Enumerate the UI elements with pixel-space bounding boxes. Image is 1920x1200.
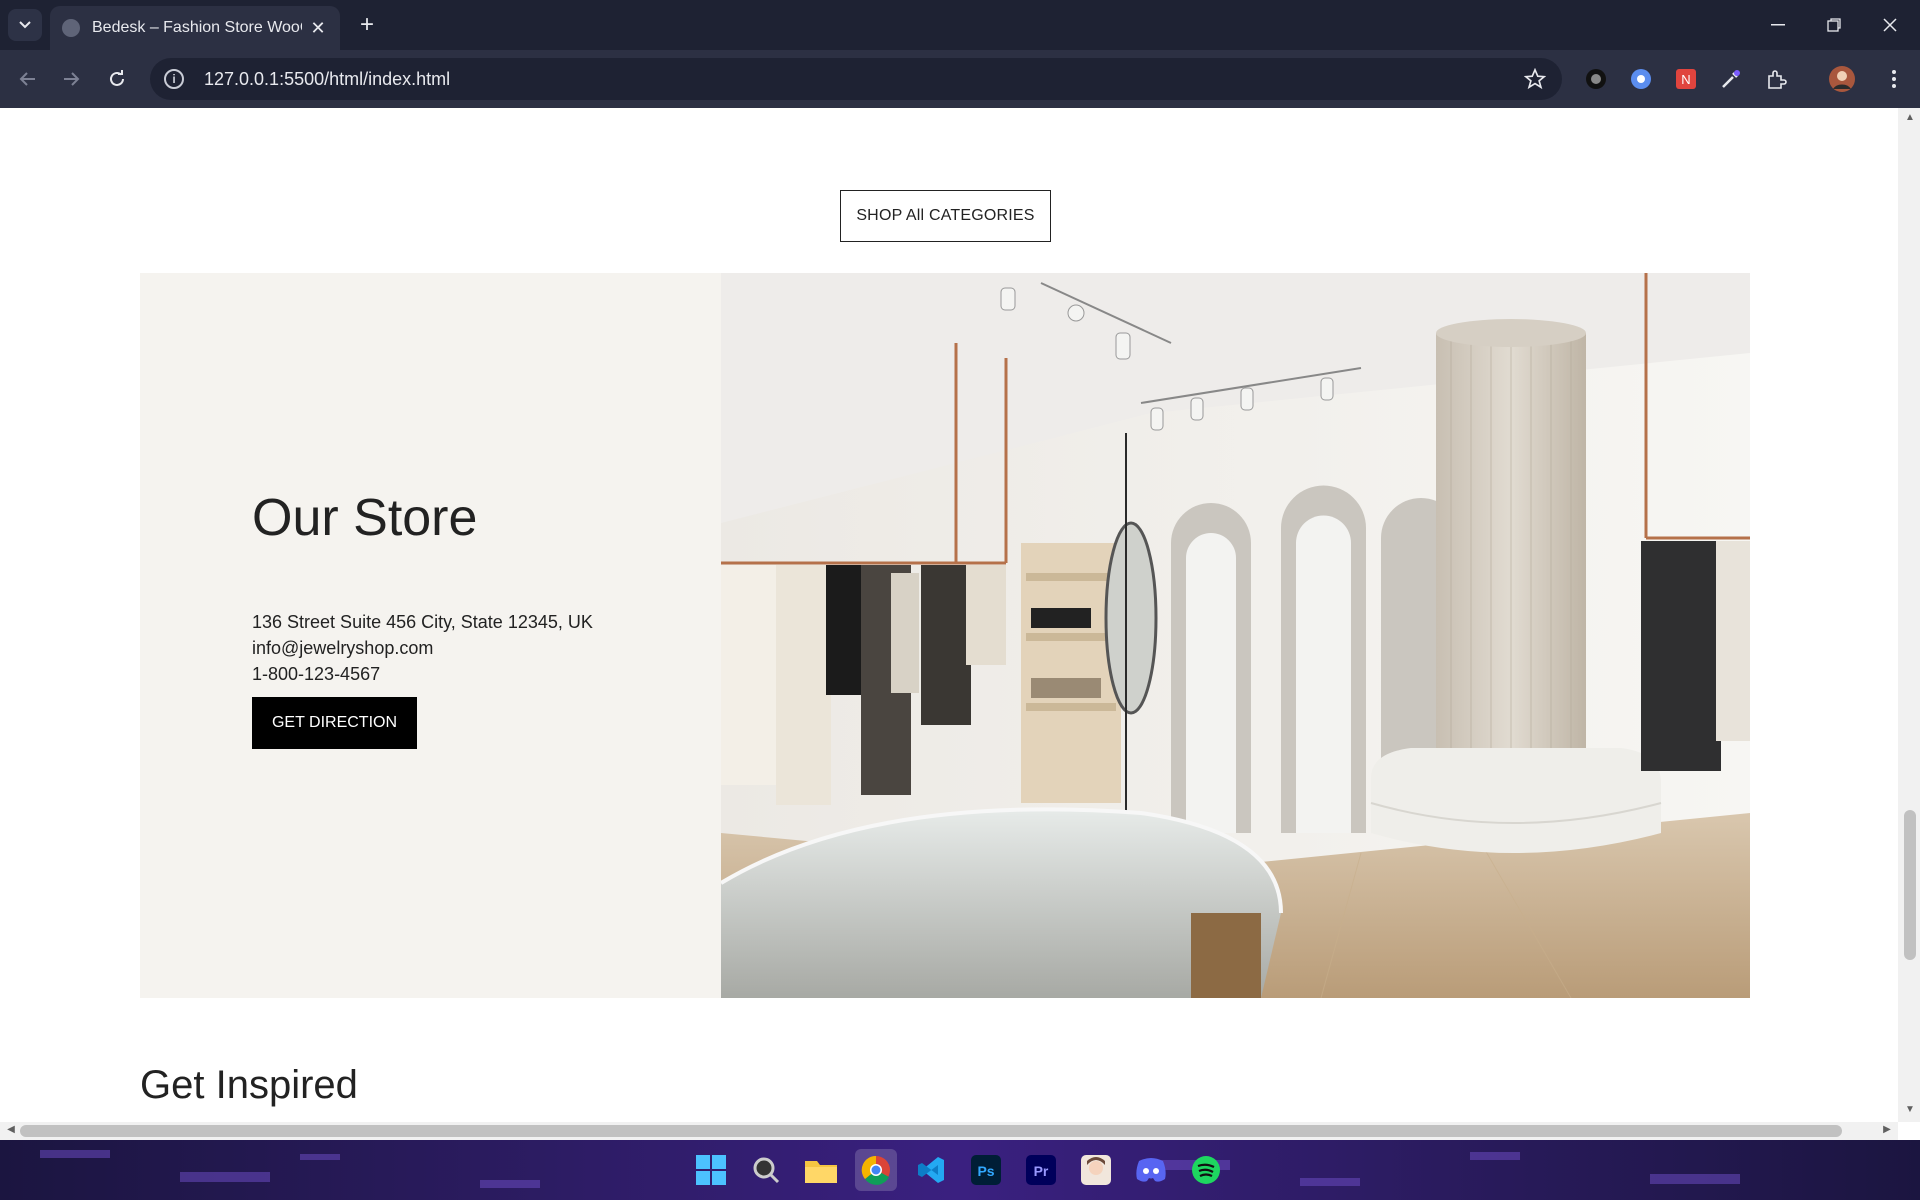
site-info-icon[interactable]: i xyxy=(164,69,184,89)
store-phone: 1-800-123-4567 xyxy=(252,664,381,684)
get-inspired-heading: Get Inspired xyxy=(140,1063,358,1107)
chevron-down-icon xyxy=(19,21,31,29)
url-text: 127.0.0.1:5500/html/index.html xyxy=(204,68,451,89)
shop-all-categories-button[interactable]: SHOP All CATEGORIES xyxy=(840,190,1051,242)
forward-button[interactable] xyxy=(55,62,89,96)
globe-icon xyxy=(62,19,80,37)
vscode-icon[interactable] xyxy=(910,1149,952,1191)
extensions-puzzle-icon[interactable] xyxy=(1762,65,1790,93)
vertical-scrollbar-thumb[interactable] xyxy=(1904,810,1916,960)
chrome-icon[interactable] xyxy=(855,1149,897,1191)
svg-text:Pr: Pr xyxy=(1034,1163,1049,1179)
eyedropper-icon[interactable] xyxy=(1717,65,1745,93)
tab-search-button[interactable] xyxy=(8,9,42,41)
search-icon[interactable] xyxy=(745,1149,787,1191)
windows-start-icon[interactable] xyxy=(690,1149,732,1191)
scroll-up-arrow-icon[interactable]: ▲ xyxy=(1904,112,1916,126)
minimize-icon xyxy=(1771,24,1785,26)
store-address: 136 Street Suite 456 City, State 12345, … xyxy=(252,612,593,632)
close-tab-icon[interactable]: ✕ xyxy=(308,18,328,39)
store-interior-image xyxy=(721,273,1750,998)
minimize-button[interactable] xyxy=(1750,0,1806,50)
browser-menu-icon[interactable] xyxy=(1880,65,1908,93)
spotify-icon[interactable] xyxy=(1185,1149,1227,1191)
extension-1-icon[interactable] xyxy=(1582,65,1610,93)
forward-arrow-icon xyxy=(64,72,80,86)
restore-button[interactable] xyxy=(1806,0,1862,50)
address-bar[interactable]: i 127.0.0.1:5500/html/index.html xyxy=(150,58,1562,100)
new-tab-button[interactable]: + xyxy=(352,10,382,40)
store-email: info@jewelryshop.com xyxy=(252,638,434,658)
reload-icon xyxy=(110,70,124,86)
scroll-right-arrow-icon[interactable]: ▶ xyxy=(1880,1124,1894,1138)
close-icon xyxy=(1883,18,1897,32)
browser-toolbar: i 127.0.0.1:5500/html/index.html N xyxy=(0,50,1920,108)
extension-2-icon[interactable] xyxy=(1627,65,1655,93)
bookmark-star-icon[interactable] xyxy=(1524,68,1546,90)
reload-button[interactable] xyxy=(100,62,134,96)
scroll-left-arrow-icon[interactable]: ◀ xyxy=(4,1124,18,1138)
browser-tab[interactable]: Bedesk – Fashion Store WooCo ✕ xyxy=(50,6,340,50)
horizontal-scrollbar-thumb[interactable] xyxy=(20,1125,1842,1137)
scroll-down-arrow-icon[interactable]: ▼ xyxy=(1904,1104,1916,1118)
back-arrow-icon xyxy=(19,72,35,86)
restore-icon xyxy=(1827,18,1841,32)
tab-title: Bedesk – Fashion Store WooCo xyxy=(92,19,302,36)
extension-3-icon[interactable]: N xyxy=(1672,65,1700,93)
vertical-scrollbar[interactable] xyxy=(1898,108,1920,1122)
get-direction-button[interactable]: GET DIRECTION xyxy=(252,697,417,749)
back-button[interactable] xyxy=(10,62,44,96)
anime-app-icon[interactable] xyxy=(1075,1149,1117,1191)
premiere-icon[interactable]: Pr xyxy=(1020,1149,1062,1191)
page-viewport: SHOP All CATEGORIES Our Store 136 Street… xyxy=(0,108,1898,1122)
photoshop-icon[interactable]: Ps xyxy=(965,1149,1007,1191)
svg-text:Ps: Ps xyxy=(977,1163,994,1179)
discord-icon[interactable] xyxy=(1130,1149,1172,1191)
profile-avatar[interactable] xyxy=(1828,65,1856,93)
windows-taskbar xyxy=(0,1140,1920,1200)
our-store-section: Our Store 136 Street Suite 456 City, Sta… xyxy=(140,273,1750,998)
tab-strip: Bedesk – Fashion Store WooCo ✕ + xyxy=(0,0,1920,50)
file-explorer-icon[interactable] xyxy=(800,1149,842,1191)
svg-text:N: N xyxy=(1681,72,1690,87)
close-window-button[interactable] xyxy=(1862,0,1918,50)
store-title: Our Store xyxy=(252,489,478,547)
